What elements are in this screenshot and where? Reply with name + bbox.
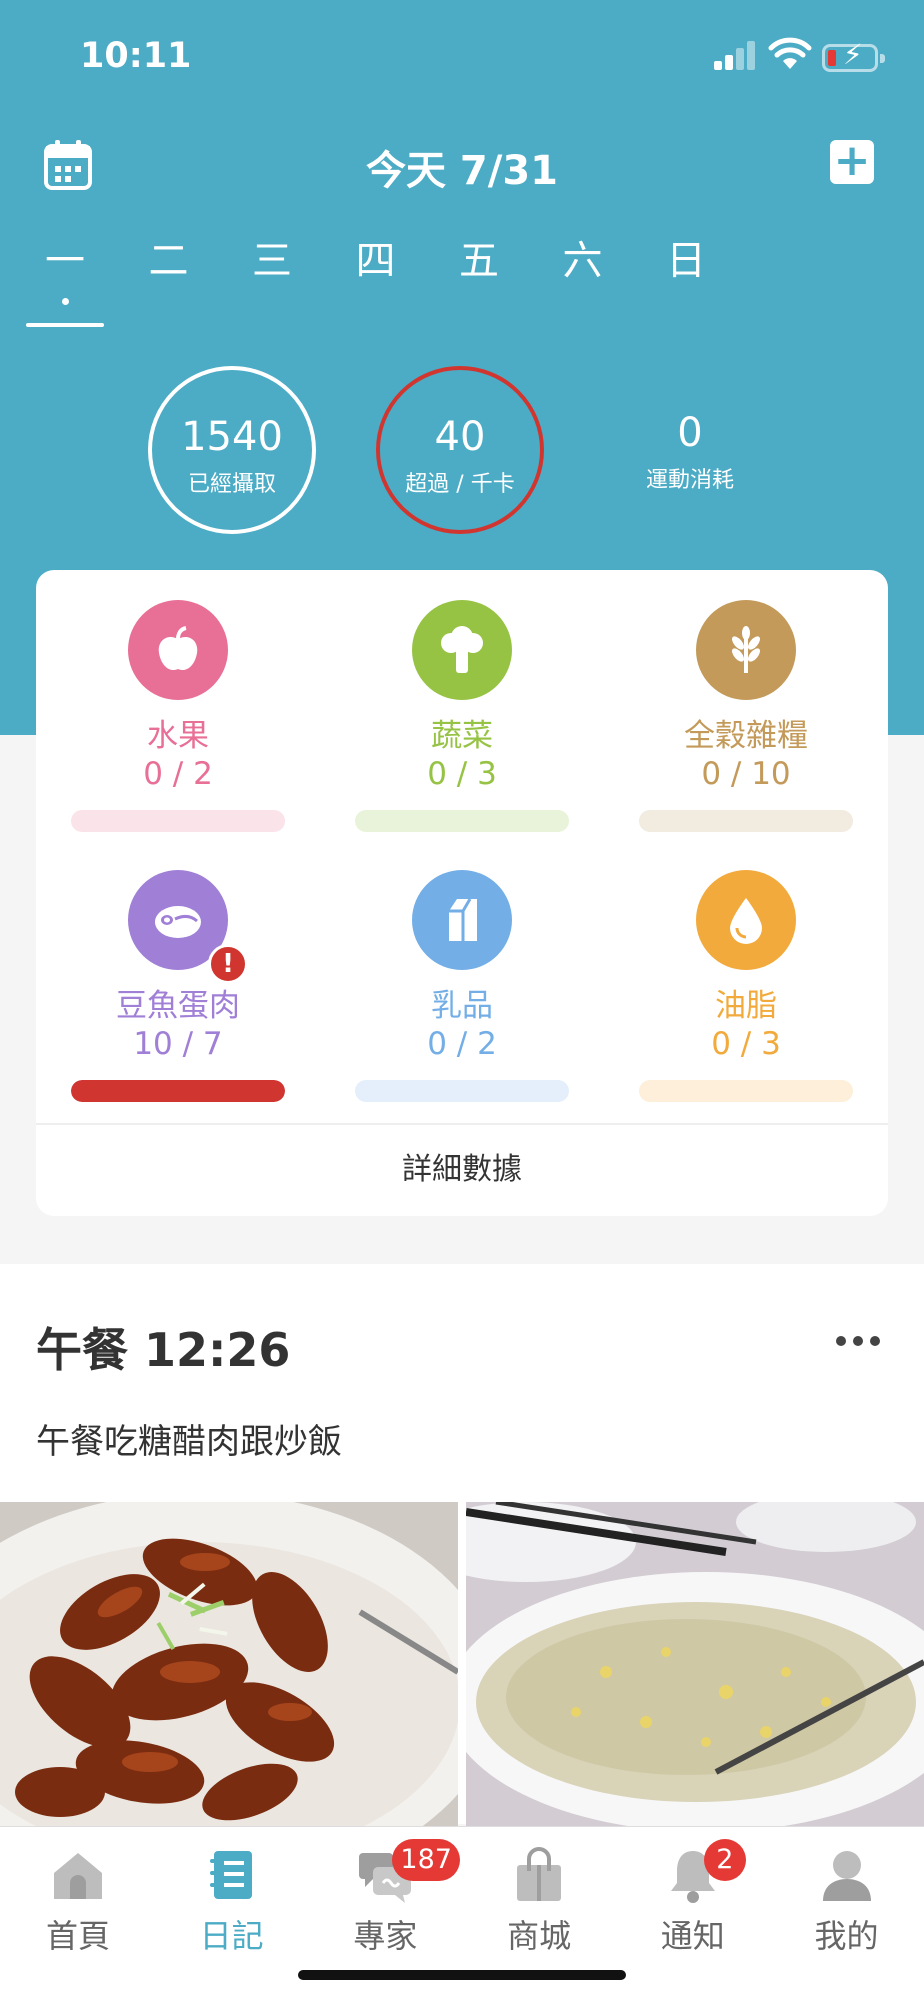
diary-icon xyxy=(204,1847,260,1903)
food-group-progress-bar xyxy=(355,1080,569,1102)
home-icon xyxy=(50,1847,106,1903)
apple-icon xyxy=(128,600,228,700)
day-label: 三 xyxy=(252,238,292,284)
wifi-icon xyxy=(768,37,812,69)
food-group-3[interactable]: 全穀雜糧 0 / 10 xyxy=(604,570,888,832)
week-selector: 一二三四五六日 xyxy=(0,228,924,328)
tab-shopping-bag[interactable]: 商城 xyxy=(462,1827,616,1967)
food-group-value: 0 / 3 xyxy=(427,756,497,792)
summary-label: 已經攝取 xyxy=(187,472,276,497)
warning-icon: ! xyxy=(208,944,248,984)
day-label: 六 xyxy=(562,238,603,284)
notification-badge: 187 xyxy=(392,1839,460,1881)
summary-value: 0 xyxy=(677,410,703,456)
food-group-name: 乳品 xyxy=(431,988,493,1024)
summary-stat-1: 1540 已經攝取 xyxy=(148,366,316,534)
food-group-1[interactable]: 水果 0 / 2 xyxy=(36,570,320,832)
tab-label: 首頁 xyxy=(45,1917,110,1955)
day-tab-2[interactable]: 二 xyxy=(114,228,224,328)
summary-value: 1540 xyxy=(181,414,283,460)
food-group-name: 油脂 xyxy=(715,988,777,1024)
day-tab-3[interactable]: 三 xyxy=(217,228,327,328)
shopping-bag-icon xyxy=(511,1847,567,1903)
tab-label: 商城 xyxy=(507,1917,572,1955)
day-tab-4[interactable]: 四 xyxy=(321,228,431,328)
status-time: 10:11 xyxy=(80,36,192,76)
day-tab-7[interactable]: 日 xyxy=(631,228,741,328)
status-bar: 10:11 ⚡ xyxy=(0,0,924,115)
food-group-value: 0 / 2 xyxy=(143,756,213,792)
day-tab-1[interactable]: 一 xyxy=(10,228,120,328)
summary-stat-2: 40 超過 / 千卡 xyxy=(376,366,544,534)
food-group-6[interactable]: 油脂 0 / 3 xyxy=(604,840,888,1102)
food-group-name: 水果 xyxy=(147,718,209,754)
summary-value: 40 xyxy=(434,414,486,460)
food-group-value: 0 / 3 xyxy=(711,1026,781,1062)
cellular-signal-icon xyxy=(714,40,756,70)
food-group-progress-bar xyxy=(355,810,569,832)
food-group-4[interactable]: 豆魚蛋肉 10 / 7! xyxy=(36,840,320,1102)
food-group-card: 水果 0 / 2 蔬菜 0 / 3 全穀雜糧 0 / 10 豆魚蛋肉 10 / 7! 乳品 0 /… xyxy=(36,570,888,1216)
fried-rice-photo[interactable] xyxy=(466,1502,924,1826)
tab-label: 我的 xyxy=(814,1917,879,1955)
home-indicator xyxy=(298,1970,626,1980)
food-group-name: 全穀雜糧 xyxy=(684,718,808,754)
tab-home[interactable]: 首頁 xyxy=(1,1827,155,1967)
day-label: 二 xyxy=(148,238,189,284)
broccoli-icon xyxy=(412,600,512,700)
tab-label: 專家 xyxy=(353,1917,418,1955)
notification-badge: 2 xyxy=(703,1839,746,1881)
food-group-progress-bar xyxy=(639,1080,853,1102)
tab-label: 日記 xyxy=(199,1917,264,1955)
detail-data-button[interactable]: 詳細數據 xyxy=(36,1123,888,1213)
profile-icon xyxy=(819,1847,875,1903)
selected-day-underline xyxy=(26,323,104,327)
sweet-sour-pork-photo[interactable] xyxy=(0,1502,458,1826)
summary-stat-3: 0 運動消耗 xyxy=(606,366,774,534)
page-title[interactable]: 今天 7/31 xyxy=(0,138,924,196)
food-group-5[interactable]: 乳品 0 / 2 xyxy=(320,840,604,1102)
food-group-progress-bar xyxy=(71,810,285,832)
summary-label: 運動消耗 xyxy=(645,468,734,493)
day-label: 一 xyxy=(45,238,85,284)
summary-label: 超過 / 千卡 xyxy=(405,472,515,497)
today-dot xyxy=(62,298,69,305)
meal-title: 午餐 12:26 xyxy=(36,1323,291,1377)
day-label: 日 xyxy=(666,238,706,284)
tab-profile[interactable]: 我的 xyxy=(770,1827,924,1967)
meal-note: 午餐吃糖醋肉跟炒飯 xyxy=(36,1422,342,1462)
day-label: 四 xyxy=(355,238,396,284)
food-group-value: 0 / 10 xyxy=(701,756,791,792)
wheat-icon xyxy=(696,600,796,700)
food-group-name: 豆魚蛋肉 xyxy=(116,988,240,1024)
food-group-value: 10 / 7 xyxy=(133,1026,223,1062)
food-group-name: 蔬菜 xyxy=(431,718,493,754)
tab-label: 通知 xyxy=(660,1917,725,1955)
tab-diary[interactable]: 日記 xyxy=(155,1827,309,1967)
food-group-value: 0 / 2 xyxy=(427,1026,497,1062)
tab-chat[interactable]: 專家 187 xyxy=(308,1827,462,1967)
oil-drop-icon xyxy=(696,870,796,970)
food-group-progress-bar xyxy=(71,1080,285,1102)
battery-icon: ⚡ xyxy=(822,41,885,72)
meal-entry: 午餐 12:26 午餐吃糖醋肉跟炒飯 xyxy=(0,1264,924,1826)
add-entry-button[interactable]: + xyxy=(830,139,874,184)
food-group-progress-bar xyxy=(639,810,853,832)
food-group-2[interactable]: 蔬菜 0 / 3 xyxy=(320,570,604,832)
day-tab-6[interactable]: 六 xyxy=(528,228,638,328)
tab-bell[interactable]: 通知 2 xyxy=(616,1827,770,1967)
day-label: 五 xyxy=(459,238,499,284)
more-options-icon[interactable] xyxy=(836,1336,880,1350)
milk-carton-icon xyxy=(412,870,512,970)
day-tab-5[interactable]: 五 xyxy=(424,228,534,328)
